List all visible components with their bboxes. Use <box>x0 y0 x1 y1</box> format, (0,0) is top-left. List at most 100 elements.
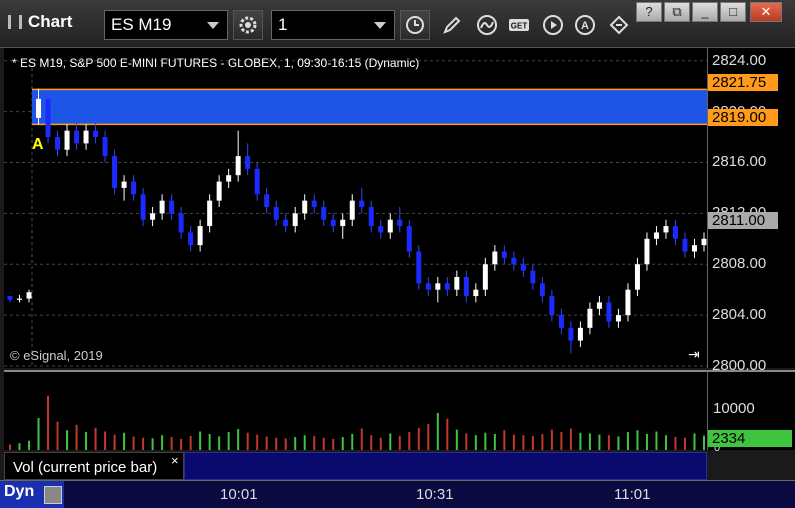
volume-bar <box>370 435 373 450</box>
symbol-settings-button[interactable] <box>233 10 263 40</box>
candle <box>501 245 507 265</box>
studies-button[interactable] <box>472 10 502 40</box>
draw-tool-button[interactable] <box>437 10 467 40</box>
candle <box>653 226 659 246</box>
chevron-down-icon <box>207 22 219 29</box>
candle <box>226 168 232 188</box>
candle <box>473 283 479 303</box>
time-axis-bar[interactable] <box>0 480 795 508</box>
candle <box>454 270 460 297</box>
candle-body <box>596 302 602 309</box>
candle-body <box>454 276 460 290</box>
close-volume-panel-icon[interactable]: × <box>171 453 179 468</box>
help-button[interactable]: ? <box>636 2 662 22</box>
candle <box>615 308 621 328</box>
candle <box>150 207 156 227</box>
candle <box>26 289 32 303</box>
volume-bar <box>9 444 11 450</box>
candle <box>511 251 517 271</box>
volume-bar <box>170 437 173 450</box>
last-volume-tag: 2334 <box>708 430 792 447</box>
dyn-mode-label[interactable]: Dyn <box>4 483 34 501</box>
volume-panel-label: Vol (current price bar) <box>4 452 184 480</box>
volume-pane[interactable] <box>4 370 707 450</box>
candle <box>425 276 431 297</box>
volume-bar <box>474 435 477 450</box>
candle-body <box>64 130 70 150</box>
gear-icon <box>239 16 257 34</box>
candle <box>302 194 308 220</box>
price-axis[interactable]: 2824.002820.002816.002812.002808.002804.… <box>707 48 795 374</box>
last-price-tag: 2811.00 <box>708 212 778 229</box>
close-button[interactable]: ✕ <box>750 2 782 22</box>
candle <box>264 187 270 214</box>
volume-bar <box>674 437 677 450</box>
candle-body <box>492 251 498 265</box>
candle <box>159 194 165 220</box>
candle <box>292 207 298 233</box>
alerts-button[interactable]: A <box>570 10 600 40</box>
volume-bar <box>189 435 192 450</box>
candle-body <box>302 200 308 214</box>
marker-a: A <box>32 136 44 153</box>
volume-bar <box>85 432 88 450</box>
time-label-3: 11:01 <box>614 486 651 503</box>
price-chart[interactable] <box>4 48 707 368</box>
candle-body <box>682 238 688 252</box>
maximize-button[interactable]: □ <box>720 2 746 22</box>
candle <box>530 264 536 290</box>
candle-body <box>530 270 536 284</box>
volume-bar <box>113 434 116 450</box>
price-axis-label: 2824.00 <box>712 51 767 69</box>
volume-bar <box>617 436 620 450</box>
candle <box>682 232 688 258</box>
candle-body <box>321 207 327 220</box>
candle <box>188 226 194 252</box>
get-data-button[interactable]: GET <box>504 10 534 40</box>
candle-body <box>216 181 222 201</box>
candle-body <box>539 283 545 297</box>
chart-legend: * ES M19, S&P 500 E-MINI FUTURES - GLOBE… <box>12 56 420 70</box>
volume-bar <box>607 435 610 450</box>
candle <box>321 200 327 227</box>
candle-body <box>663 226 669 233</box>
app-title: Chart <box>8 12 72 32</box>
volume-bar <box>284 438 287 450</box>
candle <box>64 124 70 157</box>
candle-body <box>387 219 393 233</box>
candle-body <box>330 219 336 227</box>
interval-selector[interactable]: 1 <box>271 10 395 40</box>
candle-body <box>131 181 137 195</box>
interval-clock-button[interactable] <box>400 10 430 40</box>
candle-body <box>283 219 289 227</box>
candle-body <box>482 264 488 290</box>
candle-body <box>273 207 279 220</box>
scroll-to-end-icon[interactable]: ⇥ <box>688 346 700 363</box>
symbol-selector[interactable]: ES M19 <box>104 10 228 40</box>
play-button[interactable] <box>538 10 568 40</box>
volume-bar <box>246 432 249 450</box>
restore-button[interactable]: ⧉ <box>664 2 690 22</box>
candle <box>625 283 631 322</box>
lock-icon[interactable] <box>44 486 62 504</box>
link-button[interactable] <box>604 10 634 40</box>
candle-body <box>368 207 374 227</box>
candle-body <box>121 181 127 188</box>
minimize-button[interactable]: _ <box>692 2 718 22</box>
candle-body <box>606 302 612 322</box>
candle-body <box>359 200 365 207</box>
volume-bar <box>18 443 21 450</box>
clock-icon <box>406 16 424 34</box>
volume-bar <box>294 437 297 450</box>
price-pane[interactable]: * ES M19, S&P 500 E-MINI FUTURES - GLOBE… <box>4 48 707 368</box>
candle <box>17 294 23 303</box>
candle <box>492 245 498 271</box>
volume-bar <box>569 428 572 450</box>
candle <box>311 194 317 214</box>
time-label-1: 10:01 <box>220 486 258 503</box>
volume-chart[interactable] <box>4 372 707 450</box>
candle <box>568 321 574 354</box>
volume-bar <box>313 435 316 450</box>
candle-body <box>691 245 697 252</box>
volume-bar <box>417 427 420 450</box>
